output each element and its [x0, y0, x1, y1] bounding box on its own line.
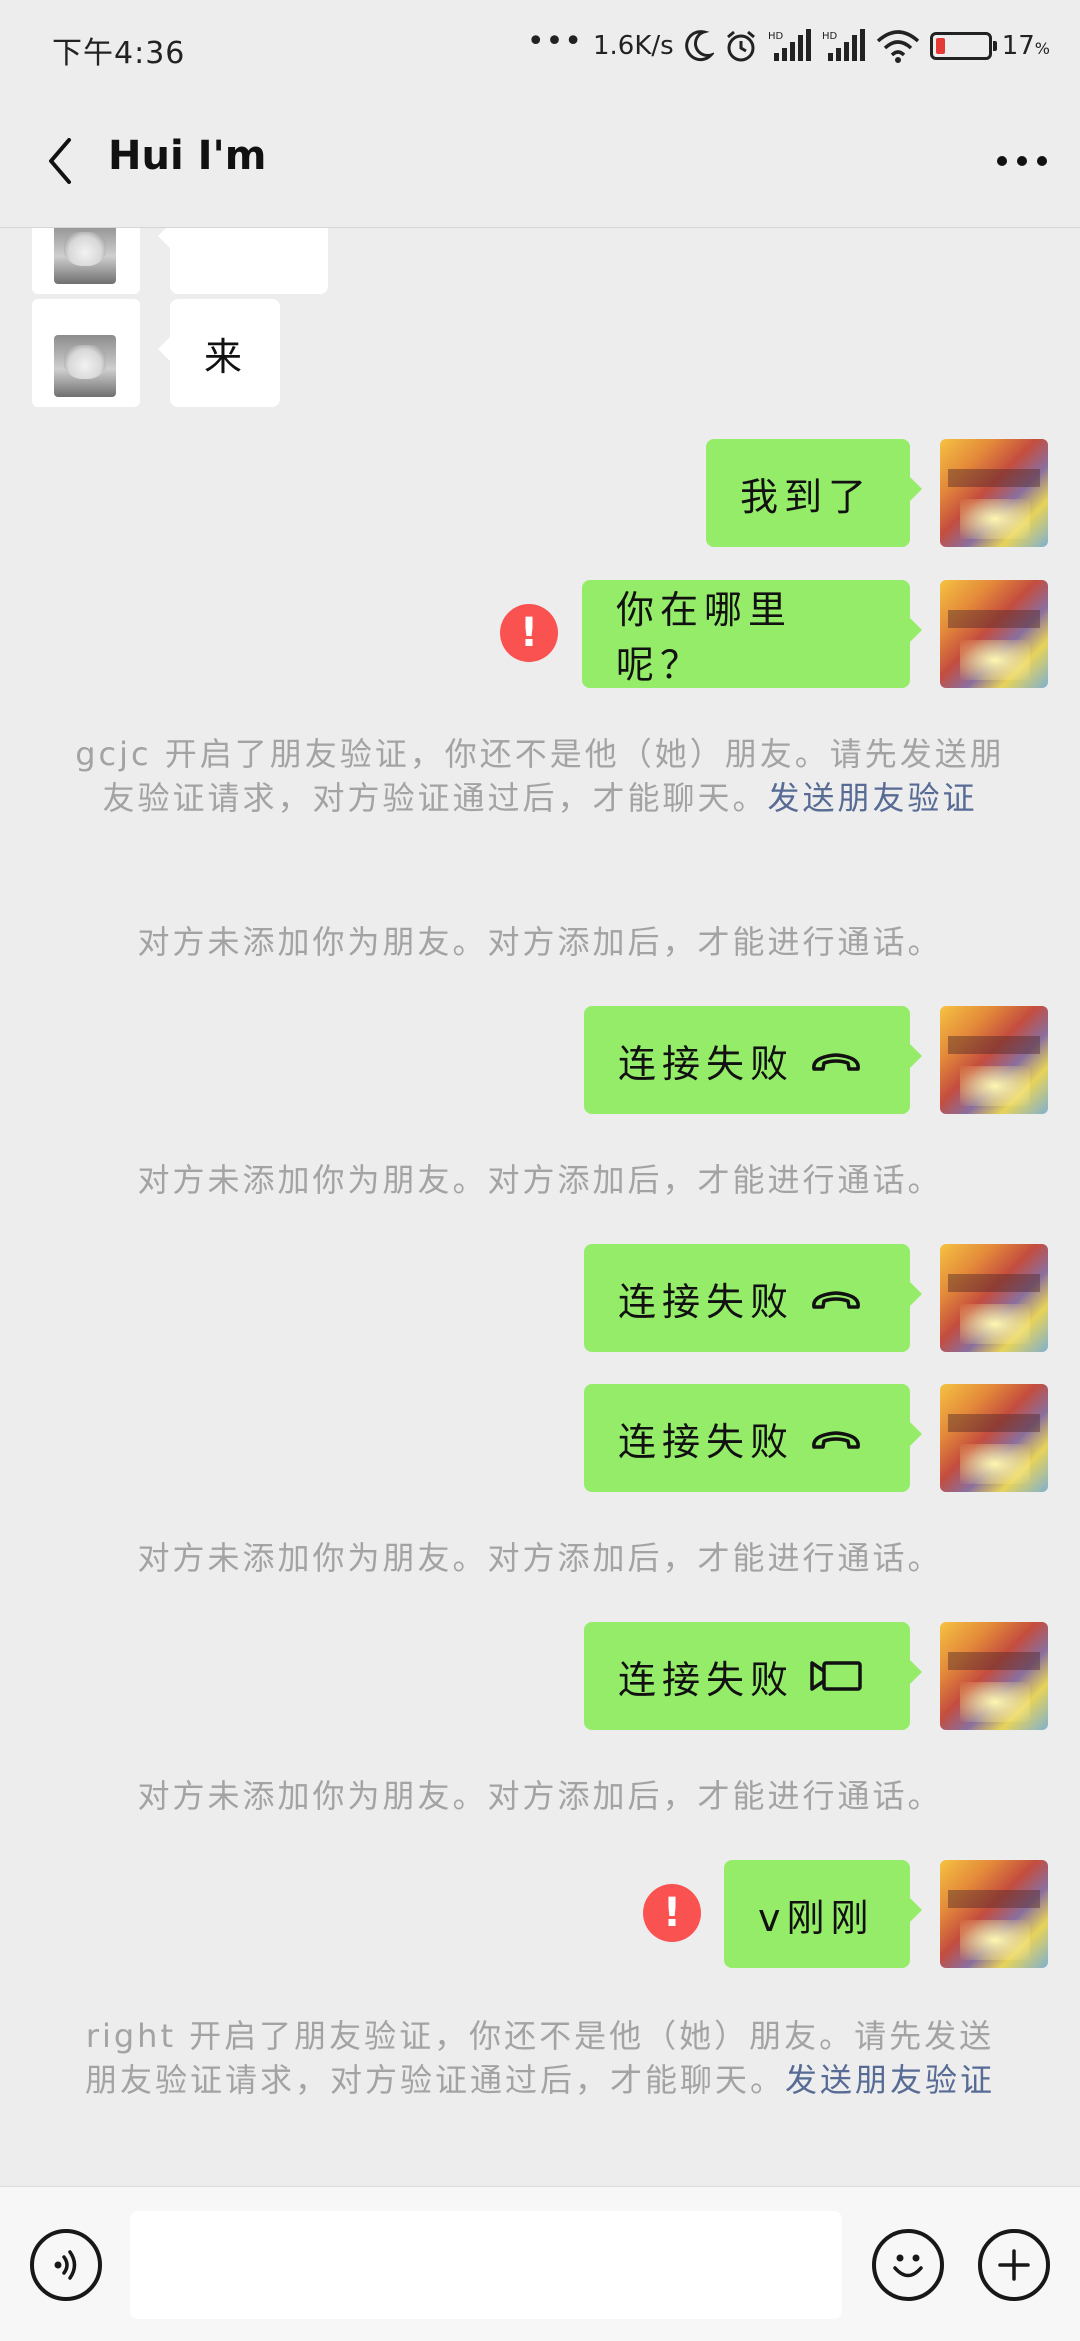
emoji-icon: [893, 2254, 923, 2278]
message-bubble-self[interactable]: 我到了: [706, 439, 922, 547]
send-verification-link[interactable]: 发送朋友验证: [785, 2061, 995, 2099]
plus-button[interactable]: [978, 2229, 1050, 2301]
self-avatar[interactable]: [940, 1384, 1048, 1492]
hangup-icon: [808, 1283, 864, 1313]
dots-icon: •••: [526, 23, 583, 59]
call-failed-bubble[interactable]: 连接失败: [584, 1006, 922, 1114]
message-bubble[interactable]: 来: [158, 299, 280, 407]
self-avatar[interactable]: [940, 1860, 1048, 1968]
message-input[interactable]: [130, 2211, 842, 2319]
self-avatar[interactable]: [940, 1622, 1048, 1730]
message-bubble-self[interactable]: v刚刚: [724, 1860, 922, 1968]
send-verification-link[interactable]: 发送朋友验证: [768, 779, 978, 817]
self-avatar[interactable]: [940, 1006, 1048, 1114]
signal-hd-icon-2: HD: [822, 29, 866, 63]
alarm-icon: [724, 29, 758, 63]
status-time: 下午4:36: [52, 36, 186, 71]
chat-title: Hui I'm: [108, 133, 267, 179]
voice-icon: [54, 2250, 77, 2280]
battery-percent: 17%: [1001, 31, 1050, 61]
back-button[interactable]: [30, 131, 90, 191]
message-list[interactable]: 来 我到了 ! 你在哪里呢？ gcjc 开启了朋友验证，你还不是他（她）朋友。请…: [0, 228, 1080, 2186]
battery-icon: [929, 32, 997, 60]
hangup-icon: [808, 1423, 864, 1453]
net-speed: 1.6K/s: [592, 31, 674, 61]
svg-text:HD: HD: [768, 31, 784, 42]
self-avatar[interactable]: [940, 580, 1048, 688]
system-notice: gcjc 开启了朋友验证，你还不是他（她）朋友。请先发送朋友验证请求，对方验证通…: [75, 735, 1005, 817]
moon-icon: [684, 29, 714, 63]
battery-fill: [935, 38, 945, 54]
call-failed-bubble[interactable]: 连接失败: [584, 1384, 922, 1492]
hangup-icon: [808, 1045, 864, 1075]
self-avatar[interactable]: [940, 1244, 1048, 1352]
self-avatar[interactable]: [940, 439, 1048, 547]
svg-text:HD: HD: [822, 31, 838, 42]
system-notice: 对方未添加你为朋友。对方添加后，才能进行通话。: [137, 1161, 943, 1199]
message-bubble-partial[interactable]: [158, 228, 328, 294]
contact-avatar[interactable]: [32, 228, 140, 294]
system-notice: 对方未添加你为朋友。对方添加后，才能进行通话。: [137, 1539, 943, 1577]
system-notice: 对方未添加你为朋友。对方添加后，才能进行通话。: [137, 1777, 943, 1815]
wifi-icon: [876, 29, 920, 63]
signal-hd-icon: HD: [768, 29, 812, 63]
video-call-failed-bubble[interactable]: 连接失败: [584, 1622, 922, 1730]
system-notice: 对方未添加你为朋友。对方添加后，才能进行通话。: [137, 923, 943, 961]
send-failed-icon[interactable]: !: [643, 1884, 701, 1942]
voice-button[interactable]: [30, 2229, 102, 2301]
more-button[interactable]: [992, 131, 1052, 191]
send-failed-icon[interactable]: !: [500, 604, 558, 662]
system-notice: right 开启了朋友验证，你还不是他（她）朋友。请先发送朋友验证请求，对方验证…: [84, 2017, 996, 2099]
chat-header: Hui I'm: [0, 95, 1080, 228]
call-failed-bubble[interactable]: 连接失败: [584, 1244, 922, 1352]
message-bubble-self[interactable]: 你在哪里呢？: [582, 580, 922, 688]
contact-avatar[interactable]: [32, 299, 140, 407]
video-call-icon: [808, 1659, 864, 1693]
chevron-left-icon: [49, 138, 71, 184]
input-bar: [0, 2186, 1080, 2341]
status-bar: 下午4:36 ••• 1.6K/s HD HD 17%: [0, 0, 1080, 95]
emoji-button[interactable]: [872, 2229, 944, 2301]
plus-icon: [998, 2249, 1030, 2281]
status-icons: ••• 1.6K/s HD HD 17%: [527, 24, 1050, 68]
more-dots-icon: [997, 156, 1047, 166]
